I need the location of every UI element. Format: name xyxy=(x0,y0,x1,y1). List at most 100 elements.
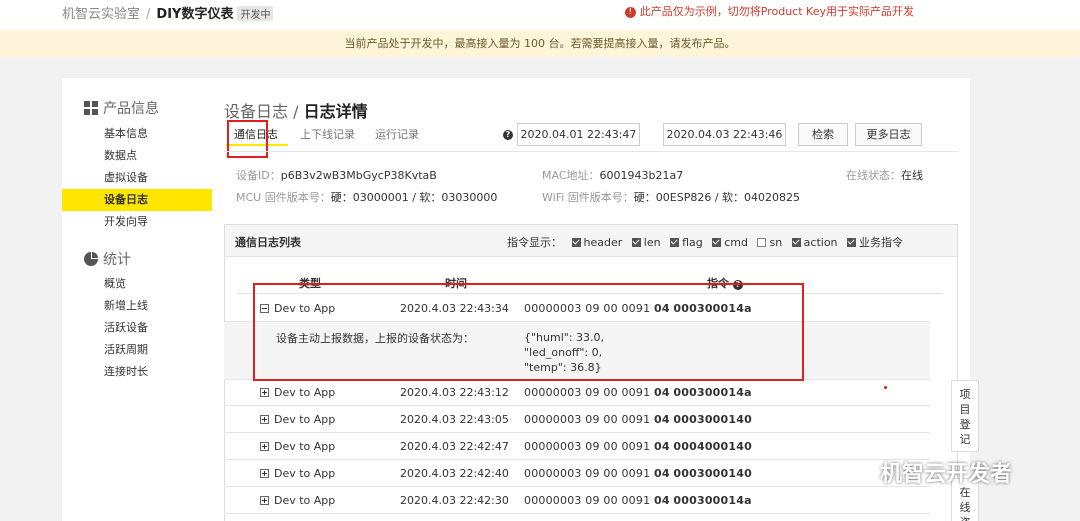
sidebar-item-new-online[interactable]: 新增上线 xyxy=(62,295,212,317)
row-type: Dev to App xyxy=(260,413,335,426)
row-type-label: Dev to App xyxy=(274,467,336,480)
breadcrumb-separator: / xyxy=(146,7,151,22)
filter-len-label[interactable]: len xyxy=(644,236,661,249)
main-content: 设备日志 / 日志详情 通信日志 上下线记录 运行记录 ? 2020.04.01… xyxy=(212,78,970,521)
checkbox-cmd[interactable] xyxy=(712,238,722,247)
quota-banner: 当前产品处于开发中，最高接入量为 100 台。若需要提高接入量，请发布产品。 xyxy=(0,30,1080,57)
checkbox-business[interactable] xyxy=(847,238,857,247)
checkbox-flag[interactable] xyxy=(670,238,680,247)
breadcrumb-lab[interactable]: 机智云实验室 xyxy=(62,7,140,22)
sidebar-item-device-log[interactable]: 设备日志 xyxy=(62,189,212,211)
online-consult-label: 在线咨 xyxy=(959,486,971,521)
project-register-button[interactable]: 项目登记 xyxy=(951,380,979,452)
sidebar-item-active-devices[interactable]: 活跃设备 xyxy=(62,317,212,339)
mac-value: 6001943b21a7 xyxy=(599,169,684,182)
breadcrumb-product: DIY数字仪表 xyxy=(156,7,234,22)
table-row[interactable]: Dev to App 2020.4.03 22:43:05 00000003 0… xyxy=(224,406,930,433)
expand-icon[interactable] xyxy=(260,469,269,478)
filter-flag-label[interactable]: flag xyxy=(682,236,703,249)
sample-warning: ! 此产品仅为示例，切勿将Product Key用于实际产品开发 xyxy=(624,3,914,19)
table-row[interactable]: Dev to App 2020.4.03 22:42:40 00000003 0… xyxy=(224,460,930,487)
row-time: 2020.4.03 22:42:47 xyxy=(400,440,509,453)
wifi-value: 硬：00ESP826 / 软：04020825 xyxy=(633,191,801,204)
row-type: Dev to App xyxy=(260,386,335,399)
table-row[interactable]: Dev to App 2020.4.03 22:42:47 00000003 0… xyxy=(224,433,930,460)
expand-icon[interactable] xyxy=(260,442,269,451)
table-row[interactable]: Dev to App 2020.4.03 22:43:12 00000003 0… xyxy=(224,379,930,406)
row-command: 00000003 09 00 0091 04 000300014a xyxy=(524,494,752,507)
highlight-box-tab xyxy=(227,120,268,158)
row-command-action: 04 xyxy=(653,386,670,399)
row-command-prefix: 00000003 09 00 0091 xyxy=(524,413,651,426)
divider xyxy=(224,151,958,152)
row-type: Dev to App xyxy=(260,467,335,480)
row-time: 2020.4.03 22:42:30 xyxy=(400,494,509,507)
row-command-payload: 0003000140 xyxy=(673,467,752,480)
mcu-label: MCU 固件版本号： xyxy=(236,191,331,204)
watermark: 机智云开发者 xyxy=(846,456,1012,488)
checkbox-sn[interactable] xyxy=(757,238,767,247)
row-type: Dev to App xyxy=(260,440,335,453)
sidebar-item-active-cycle[interactable]: 活跃周期 xyxy=(62,339,212,361)
wifi-firmware: WiFi 固件版本号：硬：00ESP826 / 软：04020825 xyxy=(542,189,800,205)
checkbox-action[interactable] xyxy=(791,238,801,247)
mac-address: MAC地址：6001943b21a7 xyxy=(542,167,683,183)
row-command-prefix: 00000003 09 00 0091 xyxy=(524,386,651,399)
search-button[interactable]: 检索 xyxy=(798,123,848,146)
row-command-payload: 000300014a xyxy=(673,386,752,399)
filter-action-label[interactable]: action xyxy=(804,236,838,249)
page-title-current: 日志详情 xyxy=(303,102,368,121)
sidebar-item-virtual-device[interactable]: 虚拟设备 xyxy=(62,167,212,189)
filter-business-label[interactable]: 业务指令 xyxy=(859,236,903,249)
status-label: 在线状态： xyxy=(846,169,901,182)
breadcrumb: 机智云实验室 / DIY数字仪表 开发中 xyxy=(62,3,274,22)
checkbox-len[interactable] xyxy=(631,238,641,247)
row-time: 2020.4.03 22:43:05 xyxy=(400,413,509,426)
wechat-icon xyxy=(846,462,875,484)
more-logs-button[interactable]: 更多日志 xyxy=(855,123,922,146)
tab-run-records[interactable]: 运行记录 xyxy=(375,126,419,142)
row-command-payload: 0004000140 xyxy=(673,440,752,453)
sidebar-item-basic-info[interactable]: 基本信息 xyxy=(62,123,212,145)
expand-icon[interactable] xyxy=(260,388,269,397)
row-type-label: Dev to App xyxy=(274,440,336,453)
sidebar-item-dev-guide[interactable]: 开发向导 xyxy=(62,211,212,233)
checkbox-header[interactable] xyxy=(571,238,581,247)
row-command: 00000003 09 00 0091 04 0004000140 xyxy=(524,440,752,453)
filter-sn-label[interactable]: sn xyxy=(769,236,782,249)
expand-icon[interactable] xyxy=(260,496,269,505)
grid-icon xyxy=(84,101,98,115)
sidebar-section-title: 产品信息 xyxy=(103,101,159,117)
sidebar-item-connect-duration[interactable]: 连接时长 xyxy=(62,361,212,383)
panel-title: 通信日志列表 xyxy=(235,236,301,249)
page-title: 设备日志 / 日志详情 xyxy=(224,98,368,122)
top-bar: 机智云实验室 / DIY数字仪表 开发中 ! 此产品仅为示例，切勿将Product Ke… xyxy=(0,0,1080,30)
command-filters: 指令显示： header len flag cmd sn action 业务指令 xyxy=(507,234,903,250)
row-command: 00000003 09 00 0091 04 0003000140 xyxy=(524,413,752,426)
highlight-box-row xyxy=(253,283,804,381)
start-date-input[interactable]: 2020.04.01 22:43:47 xyxy=(517,123,640,146)
mcu-firmware: MCU 固件版本号：硬：03000001 / 软：03030000 xyxy=(236,189,497,205)
end-date-input[interactable]: 2020.04.03 22:43:46 xyxy=(663,123,786,146)
filter-cmd-label[interactable]: cmd xyxy=(724,236,748,249)
red-marker xyxy=(884,386,887,389)
device-id-value: p6B3v2wB3MbGycP38KvtaB xyxy=(280,169,437,182)
expand-icon[interactable] xyxy=(260,415,269,424)
row-time: 2020.4.03 22:42:40 xyxy=(400,467,509,480)
device-id: 设备ID：p6B3v2wB3MbGycP38KvtaB xyxy=(236,167,437,183)
sidebar-section-product: 产品信息 xyxy=(84,98,159,118)
filter-header-label[interactable]: header xyxy=(584,236,623,249)
sidebar-item-datapoints[interactable]: 数据点 xyxy=(62,145,212,167)
sidebar-item-overview[interactable]: 概览 xyxy=(62,273,212,295)
row-command-payload: 000300014a xyxy=(673,494,752,507)
tab-online-records[interactable]: 上下线记录 xyxy=(300,126,355,142)
page-title-parent[interactable]: 设备日志 xyxy=(224,102,288,121)
wifi-label: WiFi 固件版本号： xyxy=(542,191,634,204)
sidebar-section-stats: 统计 xyxy=(84,249,131,269)
row-command-prefix: 00000003 09 00 0091 xyxy=(524,494,651,507)
pie-chart-icon xyxy=(84,252,98,266)
table-row[interactable]: Dev to App 2020.4.03 22:42:30 00000003 0… xyxy=(224,487,930,514)
exclamation-icon: ! xyxy=(624,7,636,18)
help-icon[interactable]: ? xyxy=(503,130,513,140)
page-title-separator: / xyxy=(293,102,299,121)
